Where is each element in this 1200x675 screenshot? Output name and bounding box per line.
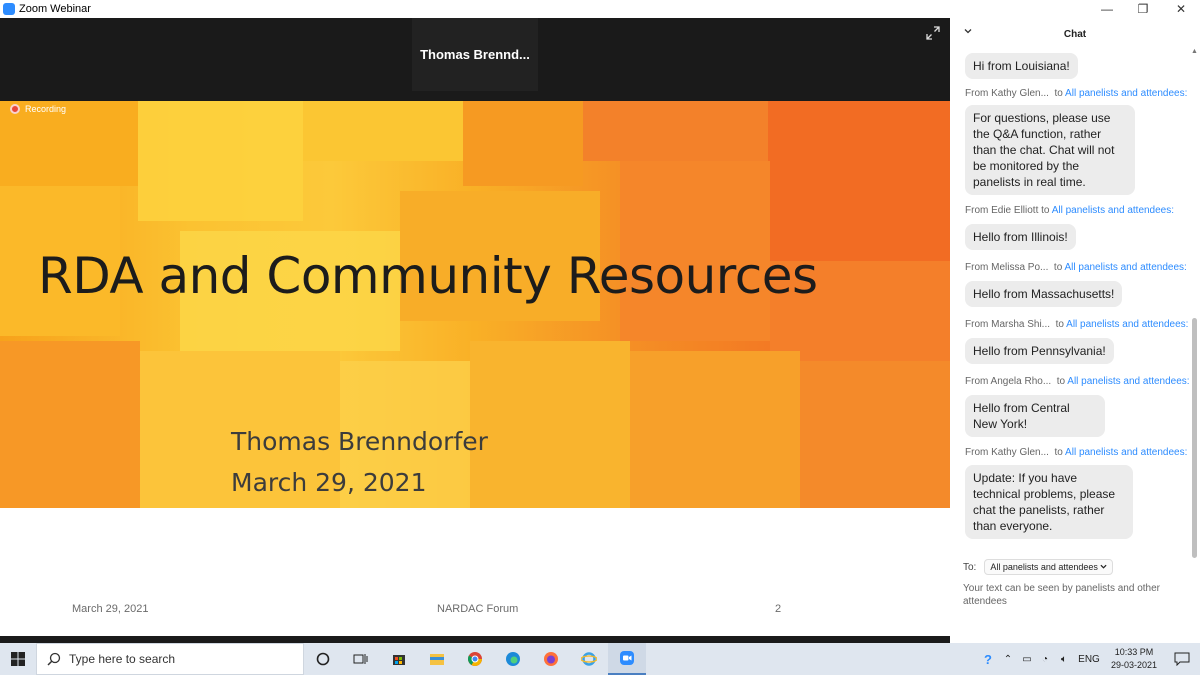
slide-author: Thomas Brenndorfer — [231, 427, 488, 456]
chat-panel: Chat Hi from Louisiana! From Kathy Glen.… — [950, 18, 1200, 643]
chevron-down-icon — [1100, 564, 1107, 569]
recording-label: Recording — [25, 104, 67, 114]
slide-page-number: 2 — [775, 603, 782, 615]
chat-sender: From Melissa Po... to All panelists and … — [965, 262, 1187, 273]
maximize-button[interactable]: ❐ — [1124, 0, 1162, 18]
windows-icon — [11, 652, 25, 666]
slide-date: March 29, 2021 — [231, 468, 427, 497]
chat-message: Hello from Pennsylvania! — [965, 338, 1114, 364]
chat-message: For questions, please use the Q&A functi… — [965, 105, 1135, 195]
search-placeholder: Type here to search — [69, 652, 176, 666]
chat-message: Hello from Central New York! — [965, 395, 1105, 437]
help-icon[interactable]: ? — [978, 652, 998, 667]
slide-footer-date: March 29, 2021 — [72, 603, 149, 615]
recipient-row: To: All panelists and attendees — [963, 559, 1114, 575]
minimize-button[interactable]: — — [1088, 0, 1126, 18]
taskbar-search[interactable]: Type here to search — [36, 643, 304, 675]
chat-sender: From Kathy Glen... to All panelists and … — [965, 447, 1188, 458]
chat-message: Update: If you have technical problems, … — [965, 465, 1133, 539]
cortana-icon[interactable] — [304, 643, 342, 675]
notifications-icon[interactable] — [1164, 652, 1200, 666]
chat-message: Hi from Louisiana! — [965, 53, 1078, 79]
clock-date: 29-03-2021 — [1110, 660, 1158, 670]
chat-sender: From Kathy Glen... to All panelists and … — [965, 88, 1188, 99]
recipient-dropdown[interactable]: All panelists and attendees — [984, 559, 1114, 575]
scroll-thumb[interactable] — [1192, 318, 1197, 558]
battery-icon[interactable]: ▭ — [1018, 654, 1036, 665]
chat-title: Chat — [1063, 29, 1087, 40]
chat-sender: From Angela Rho... to All panelists and … — [965, 376, 1190, 387]
chat-message-list[interactable]: Hi from Louisiana! From Kathy Glen... to… — [950, 44, 1190, 556]
store-icon[interactable] — [380, 643, 418, 675]
speaker-strip: Thomas Brennd... — [0, 18, 950, 101]
chat-message: Hello from Illinois! — [965, 224, 1076, 250]
chat-scrollbar[interactable]: ▲ — [1190, 48, 1198, 558]
volume-icon[interactable]: 🔈︎ — [1054, 654, 1074, 665]
search-icon — [47, 652, 61, 666]
system-tray: ? ⌃ ▭ ◔ 🔈︎ ENG 10:33 PM 29-03-2021 — [978, 643, 1200, 675]
speaker-tile[interactable]: Thomas Brennd... — [412, 18, 538, 91]
video-area: Thomas Brennd... Recording RDA and Commu… — [0, 18, 950, 643]
chat-message: Hello from Massachusetts! — [965, 281, 1123, 307]
speaker-name: Thomas Brennd... — [420, 47, 530, 62]
file-explorer-icon[interactable] — [418, 643, 456, 675]
zoom-app-icon — [3, 3, 15, 15]
scroll-up-icon[interactable]: ▲ — [1191, 48, 1198, 55]
chat-sender: From Edie Elliott to All panelists and a… — [965, 205, 1175, 216]
internet-explorer-icon[interactable] — [570, 643, 608, 675]
record-icon — [10, 104, 20, 114]
start-button[interactable] — [0, 643, 36, 675]
recording-indicator: Recording — [10, 104, 66, 114]
chat-visibility-note: Your text can be seen by panelists and o… — [963, 583, 1160, 607]
expand-icon[interactable] — [926, 26, 940, 40]
network-icon[interactable]: ◔ — [1036, 654, 1054, 665]
firefox-icon[interactable] — [532, 643, 570, 675]
edge-icon[interactable] — [494, 643, 532, 675]
chat-sender: From Marsha Shi... to All panelists and … — [965, 319, 1189, 330]
chat-header: Chat — [950, 18, 1200, 44]
window-title: Zoom Webinar — [19, 3, 91, 15]
shared-slide: Recording RDA and Community Resources Th… — [0, 101, 950, 643]
chevron-up-icon[interactable]: ⌃ — [998, 654, 1018, 665]
clock-time: 10:33 PM — [1114, 647, 1154, 657]
video-bottom-bar — [0, 636, 950, 643]
task-view-icon[interactable] — [342, 643, 380, 675]
zoom-taskbar-icon[interactable] — [608, 643, 646, 675]
slide-footer-title: NARDAC Forum — [437, 603, 519, 615]
language-indicator[interactable]: ENG — [1074, 654, 1104, 665]
to-label: To: — [963, 561, 977, 573]
slide-title: RDA and Community Resources — [38, 247, 818, 305]
chrome-icon[interactable] — [456, 643, 494, 675]
taskbar: Type here to search ? ⌃ ▭ ◔ 🔈︎ ENG 10:33… — [0, 643, 1200, 675]
clock[interactable]: 10:33 PM 29-03-2021 — [1104, 646, 1164, 672]
close-button[interactable]: ✕ — [1162, 0, 1200, 18]
title-bar: Zoom Webinar — ❐ ✕ — [0, 0, 1200, 18]
